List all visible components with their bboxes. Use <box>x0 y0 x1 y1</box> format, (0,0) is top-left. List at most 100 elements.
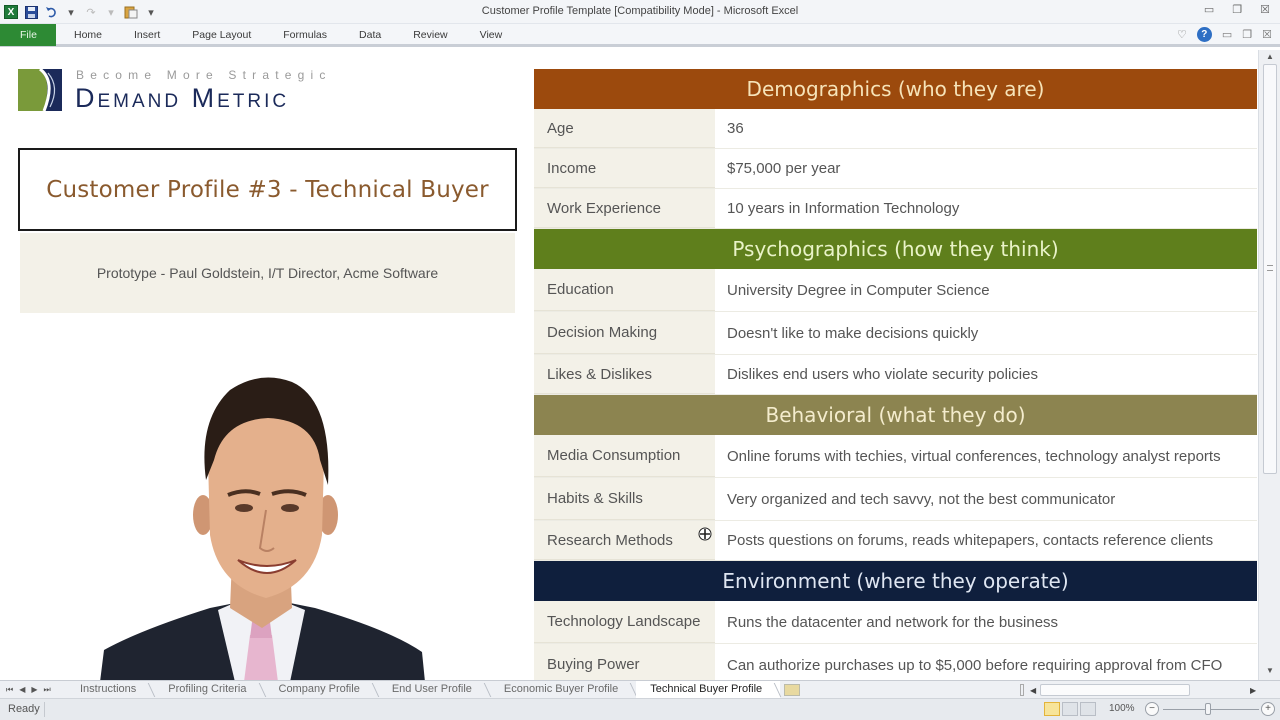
table-row: Buying Power Can authorize purchases up … <box>534 644 1257 680</box>
scroll-right-icon[interactable]: ▶ <box>1250 686 1260 695</box>
move-cursor-icon <box>698 527 712 541</box>
page-layout-view-icon[interactable] <box>1062 702 1078 716</box>
first-sheet-icon[interactable]: ⏮ <box>6 685 13 695</box>
tab-file[interactable]: File <box>0 24 56 46</box>
scroll-left-icon[interactable]: ◀ <box>1030 686 1040 695</box>
table-row: Age 36 <box>534 109 1257 149</box>
row-value[interactable]: Doesn't like to make decisions quickly <box>715 312 1257 354</box>
sheet-tab-technical-buyer-profile[interactable]: Technical Buyer Profile <box>636 680 781 699</box>
minimize-icon[interactable]: ▭ <box>1204 3 1214 16</box>
profile-title: Customer Profile #3 - Technical Buyer <box>46 176 489 203</box>
table-row: Income $75,000 per year <box>534 149 1257 189</box>
demand-metric-logo: Become More Strategic Demand Metric <box>18 68 418 114</box>
ribbon-tabs: File Home Insert Page Layout Formulas Da… <box>0 24 1280 46</box>
row-value[interactable]: Online forums with techies, virtual conf… <box>715 435 1257 477</box>
row-value[interactable]: Posts questions on forums, reads whitepa… <box>715 521 1257 560</box>
tab-review[interactable]: Review <box>397 24 463 46</box>
table-row: Media Consumption Online forums with tec… <box>534 435 1257 478</box>
minimize-window-icon[interactable]: ▭ <box>1222 28 1232 41</box>
row-label[interactable]: Research Methods <box>534 521 715 560</box>
table-row: Likes & Dislikes Dislikes end users who … <box>534 355 1257 395</box>
tab-split-handle[interactable] <box>1020 684 1024 696</box>
profile-title-box[interactable]: Customer Profile #3 - Technical Buyer <box>18 148 517 231</box>
person-photo[interactable] <box>100 360 425 680</box>
status-divider <box>44 702 45 717</box>
row-value[interactable]: Runs the datacenter and network for the … <box>715 601 1257 643</box>
prototype-box[interactable]: Prototype - Paul Goldstein, I/T Director… <box>20 233 515 313</box>
title-bar: X ▾ ↷ ▾ ▾ Customer Profile Template [Com… <box>0 0 1280 24</box>
row-value[interactable]: University Degree in Computer Science <box>715 269 1257 311</box>
row-value[interactable]: 10 years in Information Technology <box>715 189 1257 228</box>
window-title: Customer Profile Template [Compatibility… <box>481 5 799 17</box>
scroll-down-icon[interactable]: ▼ <box>1263 664 1277 678</box>
row-label[interactable]: Media Consumption <box>534 435 715 477</box>
restore-icon[interactable]: ❐ <box>1232 3 1242 16</box>
row-label[interactable]: Age <box>534 109 715 148</box>
horizontal-scroll-thumb[interactable] <box>1040 684 1190 696</box>
row-label[interactable]: Education <box>534 269 715 311</box>
sheet-tab-end-user-profile[interactable]: End User Profile <box>378 681 490 699</box>
tab-page-layout[interactable]: Page Layout <box>176 24 267 46</box>
ribbon-right-controls: ♡ ? ▭ ❐ ☒ <box>1177 27 1272 42</box>
sheet-tabs-bar: ⏮ ◀ ▶ ⏭ Instructions Profiling Criteria … <box>0 680 1280 699</box>
row-value[interactable]: Very organized and tech savvy, not the b… <box>715 478 1257 520</box>
zoom-out-button[interactable]: − <box>1145 702 1159 716</box>
status-bar: Ready 100% − + <box>0 698 1280 720</box>
zoom-in-button[interactable]: + <box>1261 702 1275 716</box>
row-label[interactable]: Technology Landscape <box>534 601 715 643</box>
worksheet[interactable]: Become More Strategic Demand Metric Cust… <box>0 50 1258 680</box>
next-sheet-icon[interactable]: ▶ <box>31 685 37 695</box>
last-sheet-icon[interactable]: ⏭ <box>44 685 51 695</box>
window-controls: ▭ ❐ ☒ <box>1204 3 1270 16</box>
row-value[interactable]: $75,000 per year <box>715 149 1257 188</box>
tab-insert[interactable]: Insert <box>118 24 176 46</box>
page-break-preview-icon[interactable] <box>1080 702 1096 716</box>
tab-data[interactable]: Data <box>343 24 397 46</box>
prev-sheet-icon[interactable]: ◀ <box>19 685 25 695</box>
zoom-level[interactable]: 100% <box>1109 703 1135 714</box>
row-label[interactable]: Work Experience <box>534 189 715 228</box>
tab-home[interactable]: Home <box>58 24 118 46</box>
row-value[interactable]: Can authorize purchases up to $5,000 bef… <box>715 644 1257 680</box>
table-row: Habits & Skills Very organized and tech … <box>534 478 1257 521</box>
logo-tagline: Become More Strategic <box>76 68 332 82</box>
section-header-environment[interactable]: Environment (where they operate) <box>534 561 1257 601</box>
insert-worksheet-icon[interactable] <box>784 683 801 696</box>
section-header-demographics[interactable]: Demographics (who they are) <box>534 69 1257 109</box>
table-row: Work Experience 10 years in Information … <box>534 189 1257 229</box>
tab-formulas[interactable]: Formulas <box>267 24 343 46</box>
close-window-icon[interactable]: ☒ <box>1262 28 1272 41</box>
table-row: Education University Degree in Computer … <box>534 269 1257 312</box>
row-label[interactable]: Likes & Dislikes <box>534 355 715 394</box>
sheet-tab-economic-buyer-profile[interactable]: Economic Buyer Profile <box>490 681 636 699</box>
status-text: Ready <box>8 703 40 715</box>
row-label[interactable]: Habits & Skills <box>534 478 715 520</box>
section-header-behavioral[interactable]: Behavioral (what they do) <box>534 395 1257 435</box>
horizontal-scroll-track[interactable] <box>1190 684 1250 696</box>
help-icon[interactable]: ? <box>1196 27 1212 42</box>
minimize-ribbon-icon[interactable]: ♡ <box>1177 28 1187 41</box>
sheet-tab-navigation: ⏮ ◀ ▶ ⏭ <box>0 685 66 695</box>
tab-view[interactable]: View <box>464 24 519 46</box>
close-icon[interactable]: ☒ <box>1260 3 1270 16</box>
sheet-tab-profiling-criteria[interactable]: Profiling Criteria <box>154 681 264 699</box>
section-header-psychographics[interactable]: Psychographics (how they think) <box>534 229 1257 269</box>
sheet-tab-instructions[interactable]: Instructions <box>66 681 154 699</box>
zoom-slider-track[interactable] <box>1163 709 1259 710</box>
restore-window-icon[interactable]: ❐ <box>1242 28 1252 41</box>
view-buttons <box>1044 702 1096 716</box>
sheet-tab-company-profile[interactable]: Company Profile <box>265 681 378 699</box>
vertical-scrollbar[interactable]: ▲ ▼ <box>1258 50 1280 680</box>
profile-table: Demographics (who they are) Age 36 Incom… <box>534 69 1257 680</box>
row-label[interactable]: Decision Making <box>534 312 715 354</box>
scroll-up-icon[interactable]: ▲ <box>1263 50 1277 64</box>
row-value[interactable]: Dislikes end users who violate security … <box>715 355 1257 394</box>
vertical-scroll-thumb[interactable] <box>1263 64 1277 474</box>
row-value[interactable]: 36 <box>715 109 1257 148</box>
horizontal-scrollbar[interactable]: ◀ ▶ <box>1020 683 1260 697</box>
row-label[interactable]: Buying Power <box>534 644 715 680</box>
prototype-text: Prototype - Paul Goldstein, I/T Director… <box>96 265 439 281</box>
row-label[interactable]: Income <box>534 149 715 188</box>
normal-view-icon[interactable] <box>1044 702 1060 716</box>
zoom-slider-thumb[interactable] <box>1205 703 1211 715</box>
